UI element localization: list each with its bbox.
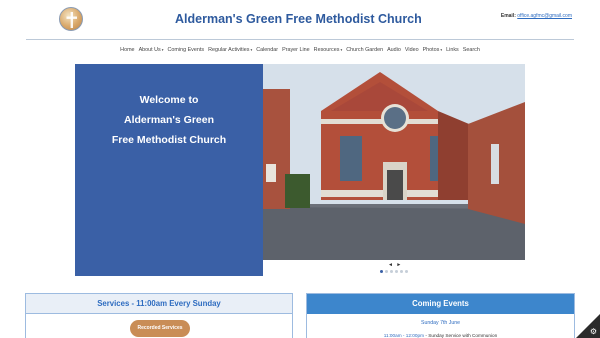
welcome-panel: Welcome to Alderman's Green Free Methodi… [75,64,263,276]
header-email: Email: office.agfmc@gmail.com [501,13,572,19]
welcome-line-3: Free Methodist Church [111,134,227,146]
email-label: Email: [500,13,516,19]
slider-pager [380,270,408,273]
slider-dot[interactable] [395,270,398,273]
welcome-line-1: Welcome to [139,94,199,106]
nav-item-home[interactable]: Home [120,47,134,53]
services-panel: Services - 11:00am Every Sunday Recorded… [25,293,293,338]
nav-item-coming-events[interactable]: Coming Events [168,47,205,53]
nav-item-audio[interactable]: Audio [387,47,401,53]
email-link[interactable]: office.agfmc@gmail.com [517,13,572,19]
nav-item-label: Links [446,47,459,53]
nav-item-label: Photos [422,47,440,53]
nav-item-label: Church Garden [346,47,384,53]
nav-item-video[interactable]: Video [405,47,419,53]
gear-icon[interactable]: ⚙ [590,328,597,336]
nav-item-links[interactable]: Links [446,47,459,53]
slider-dot[interactable] [380,270,383,273]
slider-dot[interactable] [405,270,408,273]
event-date[interactable]: Sunday 7th June [307,320,574,326]
nav-item-label: Search [462,47,480,53]
events-title: Coming Events [307,294,574,314]
events-panel: Coming Events Sunday 7th June 11:00am - … [306,293,575,338]
nav-item-label: Video [404,47,419,53]
nav-item-label: Resources [313,47,340,53]
hero-slider: Welcome to Alderman's Green Free Methodi… [75,64,525,276]
slider-arrows[interactable]: ◄ ► [388,262,402,268]
site-title[interactable]: Alderman's Green Free Methodist Church [175,12,422,26]
nav-item-search[interactable]: Search [463,47,480,53]
event-description[interactable]: - Sunday Service with Communion [424,333,497,338]
nav-item-prayer-line[interactable]: Prayer Line [282,47,310,53]
chevron-down-icon: ▾ [340,48,343,52]
church-photo [263,64,525,260]
slider-dot[interactable] [400,270,403,273]
cross-logo-icon[interactable] [59,7,83,31]
nav-item-photos[interactable]: Photos▾ [423,47,443,53]
nav-item-regular-activities[interactable]: Regular Activities▾ [208,47,252,53]
chevron-down-icon: ▾ [440,48,443,52]
slider-dot[interactable] [385,270,388,273]
header-divider [26,39,574,40]
nav-item-church-garden[interactable]: Church Garden [346,47,383,53]
nav-item-label: Home [120,47,135,53]
event-time[interactable]: 11:00am - 12:00pm [384,333,424,338]
nav-item-label: Calendar [256,47,279,53]
event-item[interactable]: 11:00am - 12:00pm - Sunday Service with … [307,333,574,338]
nav-item-calendar[interactable]: Calendar [256,47,278,53]
main-nav: Home About Us▾ Coming Events Regular Activi… [0,47,600,53]
nav-item-resources[interactable]: Resources▾ [314,47,343,53]
nav-item-label: Prayer Line [282,47,310,53]
nav-item-label: Coming Events [167,47,205,53]
nav-item-label: About Us [138,47,161,53]
nav-item-label: Audio [387,47,401,53]
slider-dot[interactable] [390,270,393,273]
welcome-line-2: Alderman's Green [123,114,215,126]
nav-item-about-us[interactable]: About Us▾ [139,47,164,53]
services-title: Services - 11:00am Every Sunday [26,294,292,314]
chevron-down-icon: ▾ [250,48,253,52]
recorded-services-button[interactable]: Recorded Services [130,320,190,337]
chevron-down-icon: ▾ [161,48,164,52]
nav-item-label: Regular Activities [208,47,250,53]
